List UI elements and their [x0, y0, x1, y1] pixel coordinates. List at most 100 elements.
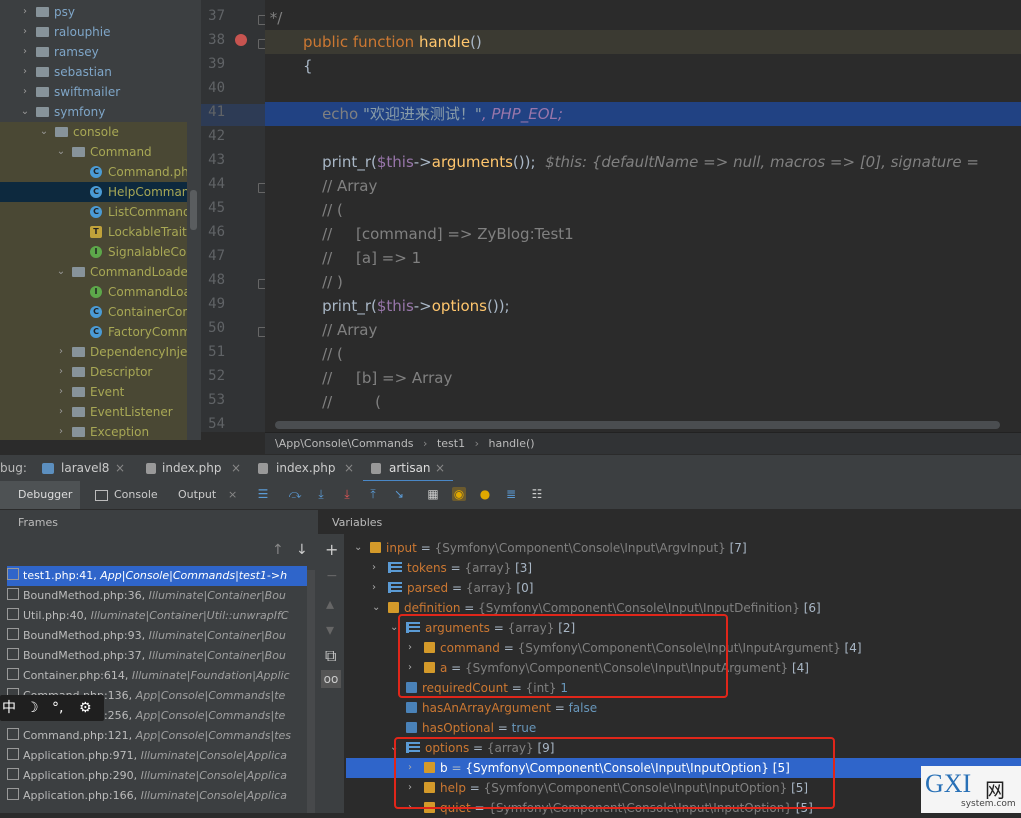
step-into-icon[interactable]: ⤓: [314, 487, 328, 501]
tree-item[interactable]: › DependencyInjec: [0, 342, 201, 362]
chevron-right-icon[interactable]: ›: [20, 62, 30, 82]
tab-console[interactable]: Console: [95, 481, 165, 509]
chevron-right-icon[interactable]: ›: [56, 342, 66, 362]
chevron-right-icon[interactable]: ›: [372, 578, 376, 598]
tree-item[interactable]: › EventListener: [0, 402, 201, 422]
step-out-icon[interactable]: ⤒: [366, 487, 380, 501]
frames-scrollbar[interactable]: [307, 570, 315, 813]
watches-toggle-icon[interactable]: oo: [321, 670, 341, 688]
ime-lang[interactable]: 中: [2, 695, 16, 721]
close-icon[interactable]: ×: [435, 455, 445, 482]
tab-index-php-1[interactable]: index.php ×: [146, 455, 251, 482]
copy-icon[interactable]: ⧉: [325, 646, 336, 666]
list-icon[interactable]: ≣: [504, 487, 518, 501]
frame-row[interactable]: test1.php:41, App|Console|Commands|test1…: [7, 566, 307, 586]
close-icon[interactable]: ×: [344, 455, 354, 482]
punctuation-icon[interactable]: °,: [52, 695, 63, 721]
variable-row[interactable]: hasOptional = true: [318, 718, 1021, 738]
chevron-right-icon[interactable]: ›: [56, 422, 66, 440]
breakpoint-check-icon[interactable]: [235, 34, 247, 46]
show-execution-point-icon[interactable]: ☰: [256, 487, 270, 501]
chevron-down-icon[interactable]: ⌄: [39, 122, 49, 142]
frame-row[interactable]: BoundMethod.php:37, Illuminate|Container…: [7, 646, 307, 666]
breakpoint-icon[interactable]: ●: [478, 487, 492, 501]
tab-index-php-2[interactable]: index.php ×: [258, 455, 358, 482]
tree-item[interactable]: ⌄ CommandLoader: [0, 262, 201, 282]
tree-item[interactable]: C ContainerCom: [0, 302, 201, 322]
tree-item[interactable]: ⌄ Command: [0, 142, 201, 162]
chevron-down-icon[interactable]: ⌄: [56, 142, 66, 162]
frame-row[interactable]: BoundMethod.php:36, Illuminate|Container…: [7, 586, 307, 606]
frame-row[interactable]: Application.php:971, Illuminate|Console|…: [7, 746, 307, 766]
add-watch-icon[interactable]: +: [325, 540, 338, 559]
frame-row[interactable]: Util.php:40, Illuminate|Container|Util::…: [7, 606, 307, 626]
variable-row[interactable]: hasAnArrayArgument = false: [318, 698, 1021, 718]
frame-row[interactable]: Command.php:121, App|Console|Commands|te…: [7, 726, 307, 746]
frame-row[interactable]: Application.php:166, Illuminate|Console|…: [7, 786, 307, 806]
tree-item[interactable]: C HelpCommand: [0, 182, 201, 202]
variable-row[interactable]: › tokens = {array} [3]: [318, 558, 1021, 578]
tree-item[interactable]: › psy: [0, 2, 201, 22]
tree-item[interactable]: › Descriptor: [0, 362, 201, 382]
gear-icon[interactable]: ⚙: [79, 695, 92, 721]
floating-ime-toolbar[interactable]: 中 ☽ °, ⚙: [0, 695, 104, 721]
close-icon[interactable]: ×: [231, 455, 241, 482]
tree-item[interactable]: › swiftmailer: [0, 82, 201, 102]
chevron-down-icon[interactable]: ⌄: [20, 102, 30, 122]
frame-row[interactable]: Container.php:614, Illuminate|Foundation…: [7, 666, 307, 686]
tab-artisan[interactable]: artisan ×: [363, 455, 453, 482]
tree-item[interactable]: ⌄ symfony: [0, 102, 201, 122]
tree-item[interactable]: › sebastian: [0, 62, 201, 82]
arrow-up-icon[interactable]: ↑: [272, 542, 284, 558]
code-editor[interactable]: */ public function handle() { echo "欢迎进来…: [265, 0, 1021, 432]
remove-watch-icon[interactable]: −: [326, 568, 338, 584]
frame-row[interactable]: Application.php:290, Illuminate|Console|…: [7, 766, 307, 786]
chevron-down-icon[interactable]: ⌄: [56, 262, 66, 282]
breadcrumb-class[interactable]: test1: [437, 437, 465, 450]
project-tree[interactable]: › psy › ralouphie › ramsey › sebastian › swiftmai…: [0, 0, 201, 440]
close-icon[interactable]: ×: [115, 455, 125, 482]
chevron-right-icon[interactable]: ›: [56, 402, 66, 422]
tree-item[interactable]: ⌄ console: [0, 122, 201, 142]
chevron-right-icon[interactable]: ›: [20, 42, 30, 62]
force-step-into-icon[interactable]: ⤓: [340, 487, 354, 501]
close-icon[interactable]: ×: [228, 481, 237, 509]
tree-item[interactable]: › Event: [0, 382, 201, 402]
tree-scrollbar-thumb[interactable]: [190, 190, 197, 230]
tree-item[interactable]: I SignalableCon: [0, 242, 201, 262]
chevron-right-icon[interactable]: ›: [20, 82, 30, 102]
watch-icon[interactable]: ◉: [452, 487, 466, 501]
run-to-cursor-icon[interactable]: ↘: [392, 487, 406, 501]
chevron-right-icon[interactable]: ›: [20, 22, 30, 42]
step-over-icon[interactable]: ⤼: [288, 487, 302, 501]
tab-laravel8[interactable]: laravel8 ×: [42, 455, 137, 482]
tree-item[interactable]: › ramsey: [0, 42, 201, 62]
evaluate-expression-icon[interactable]: ▦: [426, 487, 440, 501]
moon-icon[interactable]: ☽: [26, 695, 39, 721]
tree-item[interactable]: T LockableTrait: [0, 222, 201, 242]
tab-debugger[interactable]: Debugger: [0, 481, 80, 509]
editor-horizontal-scrollbar[interactable]: [275, 421, 1000, 429]
variable-row[interactable]: › parsed = {array} [0]: [318, 578, 1021, 598]
chevron-down-icon[interactable]: ⌄: [372, 598, 380, 618]
chevron-right-icon[interactable]: ›: [372, 558, 376, 578]
breadcrumb-namespace[interactable]: \App\Console\Commands: [275, 437, 414, 450]
tree-item[interactable]: I CommandLoa: [0, 282, 201, 302]
chevron-right-icon[interactable]: ›: [20, 2, 30, 22]
frame-row[interactable]: BoundMethod.php:93, Illuminate|Container…: [7, 626, 307, 646]
settings-list-icon[interactable]: ☷: [530, 487, 544, 501]
tree-item[interactable]: C Command.php: [0, 162, 201, 182]
arrow-down-icon[interactable]: ↓: [296, 542, 308, 558]
tree-item[interactable]: › Exception: [0, 422, 201, 440]
tab-output[interactable]: Output ×: [178, 481, 238, 509]
move-up-icon[interactable]: ▴: [326, 594, 334, 613]
chevron-right-icon[interactable]: ›: [56, 362, 66, 382]
tree-item[interactable]: C FactoryComm: [0, 322, 201, 342]
variable-row[interactable]: ⌄ input = {Symfony\Component\Console\Inpu…: [318, 538, 1021, 558]
tree-item[interactable]: › ralouphie: [0, 22, 201, 42]
breadcrumb-method[interactable]: handle(): [488, 437, 534, 450]
move-down-icon[interactable]: ▾: [326, 620, 334, 639]
chevron-down-icon[interactable]: ⌄: [354, 538, 362, 558]
chevron-right-icon[interactable]: ›: [56, 382, 66, 402]
tree-item[interactable]: C ListCommand: [0, 202, 201, 222]
